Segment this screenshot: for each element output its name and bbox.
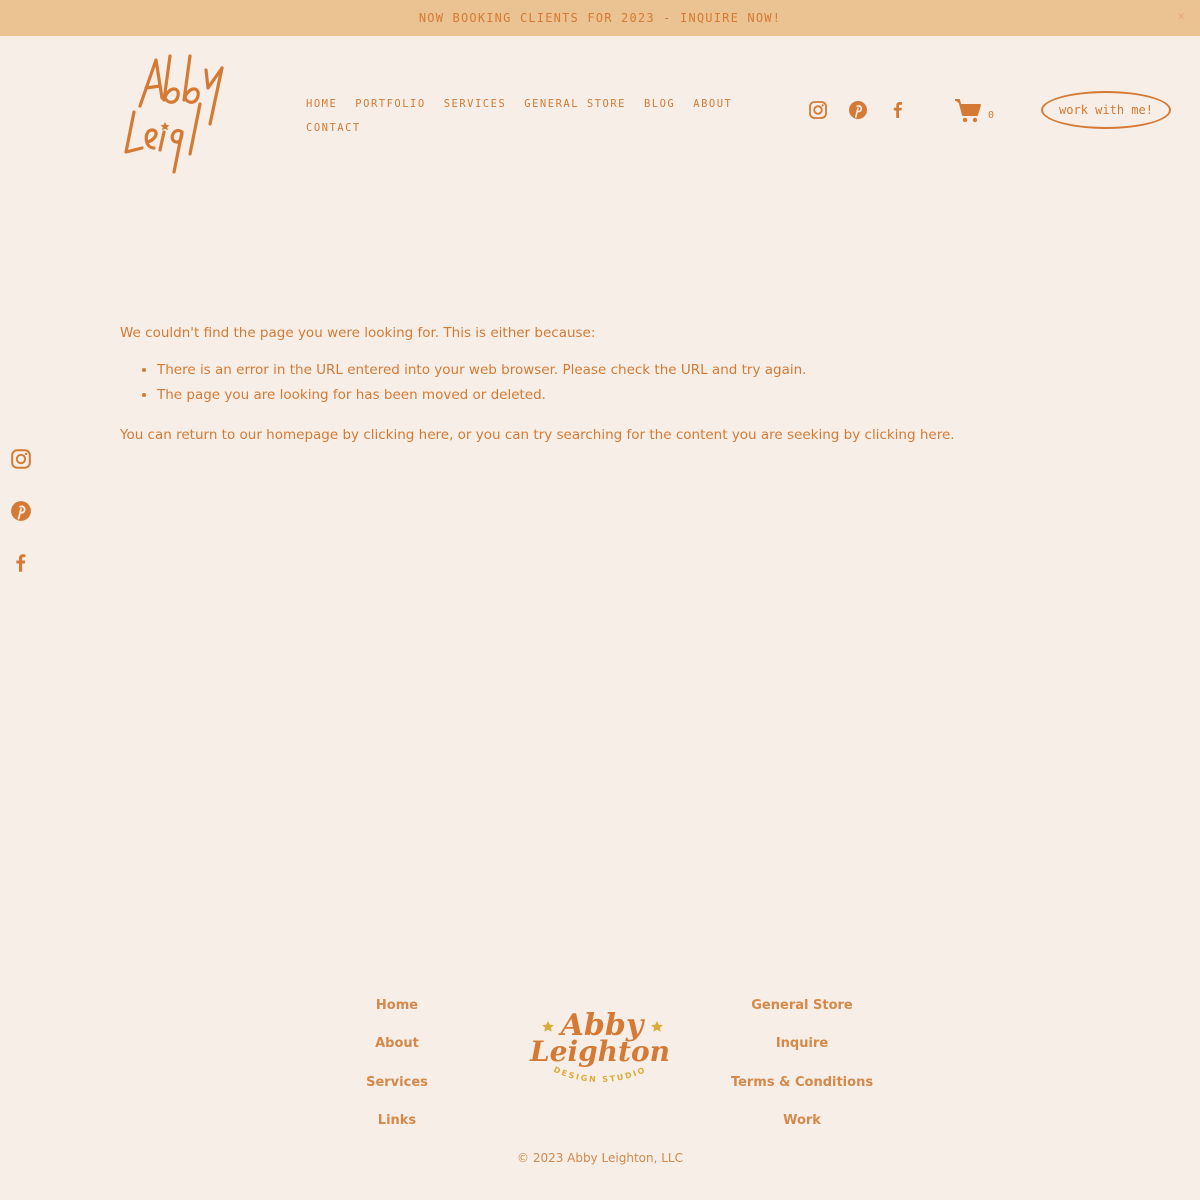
footer-nav-right: General Store Inquire Terms & Conditions…: [722, 996, 882, 1149]
error-message: We couldn't find the page you were looki…: [120, 322, 1020, 446]
work-with-me-button[interactable]: work with me!: [1041, 91, 1171, 129]
facebook-icon[interactable]: [10, 552, 32, 574]
footer-link-links[interactable]: Links: [337, 1111, 457, 1149]
main-nav: HOME PORTFOLIO SERVICES GENERAL STORE BLOG AB…: [306, 92, 776, 140]
nav-contact[interactable]: CONTACT: [306, 116, 361, 140]
nav-services[interactable]: SERVICES: [444, 92, 507, 116]
pinterest-icon[interactable]: [10, 500, 32, 522]
cart-icon: [954, 98, 982, 129]
return-text: You can return to our homepage by clicki…: [120, 424, 1020, 446]
announcement-text[interactable]: NOW BOOKING CLIENTS FOR 2023 - INQUIRE N…: [419, 11, 781, 25]
instagram-icon[interactable]: [10, 448, 32, 470]
nav-blog[interactable]: BLOG: [644, 92, 675, 116]
close-icon[interactable]: ×: [1178, 9, 1186, 23]
return-suffix: .: [950, 427, 955, 443]
footer-link-inquire[interactable]: Inquire: [722, 1034, 882, 1072]
footer-link-services[interactable]: Services: [337, 1073, 457, 1111]
search-link[interactable]: clicking here: [865, 427, 951, 443]
cart-count: 0: [988, 110, 995, 121]
footer-link-home[interactable]: Home: [337, 996, 457, 1034]
facebook-icon[interactable]: [888, 100, 908, 120]
nav-general-store[interactable]: GENERAL STORE: [524, 92, 626, 116]
announcement-bar[interactable]: NOW BOOKING CLIENTS FOR 2023 - INQUIRE N…: [0, 0, 1200, 36]
footer-logo-line2: Leighton: [529, 1035, 670, 1068]
footer-link-work[interactable]: Work: [722, 1111, 882, 1149]
list-item: There is an error in the URL entered int…: [157, 358, 1020, 383]
footer-link-general-store[interactable]: General Store: [722, 996, 882, 1034]
nav-portfolio[interactable]: PORTFOLIO: [355, 92, 425, 116]
copyright: © 2023 Abby Leighton, LLC: [517, 1151, 683, 1165]
footer-nav-left: Home About Services Links: [337, 996, 457, 1149]
instagram-icon[interactable]: [808, 100, 828, 120]
site-logo[interactable]: [118, 48, 238, 174]
nav-about[interactable]: ABOUT: [693, 92, 732, 116]
pinterest-icon[interactable]: [848, 100, 868, 120]
list-item: The page you are looking for has been mo…: [157, 383, 1020, 408]
nav-home[interactable]: HOME: [306, 92, 337, 116]
footer-logo[interactable]: Abby Leighton DESIGN STUDIO: [520, 1005, 680, 1095]
header-social-links: [808, 100, 908, 120]
footer-link-about[interactable]: About: [337, 1034, 457, 1072]
homepage-link[interactable]: clicking here: [363, 427, 449, 443]
error-intro: We couldn't find the page you were looki…: [120, 325, 596, 341]
error-reasons: There is an error in the URL entered int…: [120, 358, 1020, 408]
cart-button[interactable]: 0: [954, 98, 994, 129]
return-prefix: You can return to our homepage by: [120, 427, 364, 443]
footer-link-terms[interactable]: Terms & Conditions: [722, 1073, 882, 1111]
side-social-links: [10, 448, 32, 574]
return-middle: , or you can try searching for the conte…: [449, 427, 865, 443]
